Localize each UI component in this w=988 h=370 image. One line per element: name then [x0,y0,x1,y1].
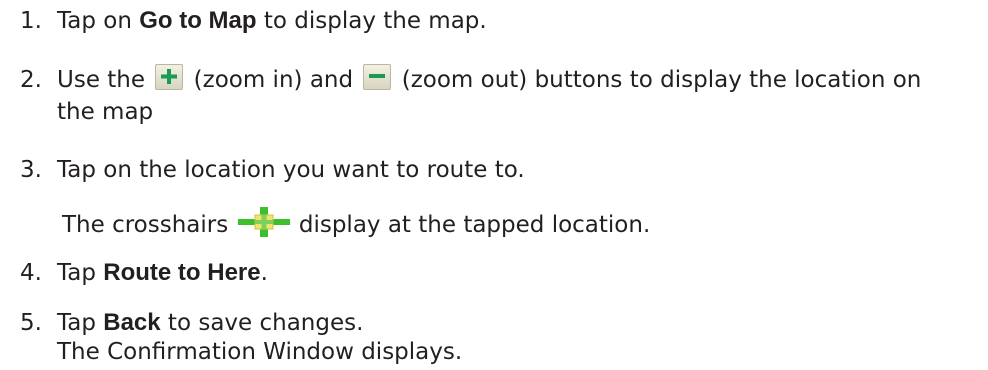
step-number: 5. [20,310,42,336]
minus-icon [363,63,392,90]
step-text: Tap on Go to Map to display the map. [57,6,487,36]
step-text: Tap Back to save changes. [57,308,363,338]
step-number: 2. [20,67,42,93]
note-suffix: display at the tapped location. [298,212,651,238]
zoom-out-text: (zoom out) buttons to display the locati… [401,67,922,93]
step-text-prefix: Tap [57,260,104,286]
step-5-continuation: The Confirmation Window displays. [57,339,463,365]
note-prefix: The crosshairs [62,212,229,238]
route-to-here-label: Route to Here [103,259,261,286]
step-text-suffix: to display the map. [256,8,487,34]
step-number: 1. [20,8,42,34]
zoom-in-text: (zoom in) and [193,67,354,93]
go-to-map-label: Go to Map [139,7,257,34]
step-3-note: The crosshairs display at the tapped loc… [62,206,651,241]
step-text-prefix: Tap [57,310,104,336]
step-text-suffix: . [260,260,268,286]
crosshairs-icon [237,206,290,237]
step-text: Tap Route to Here. [57,258,268,288]
plus-icon [155,63,184,90]
step-2-continuation: the map [57,99,154,125]
step-text: Use the (zoom in) and (zoom out) buttons… [57,63,922,95]
back-label: Back [103,309,161,336]
step-text: Tap on the location you want to route to… [57,157,525,183]
step-text-prefix: Tap on [57,8,140,34]
step-number: 3. [20,157,42,183]
step-number: 4. [20,260,42,286]
step-text-part1: Use the [57,67,146,93]
step-text-suffix: to save changes. [160,310,364,336]
